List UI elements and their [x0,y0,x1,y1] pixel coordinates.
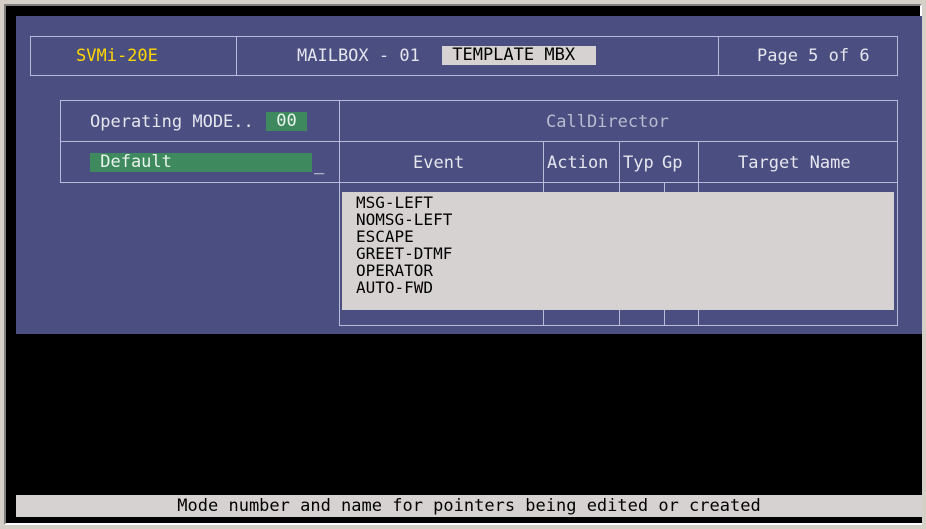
column-header-gp: Gp [662,153,683,173]
mode-box-bottom-border [60,182,898,183]
header-divider-2 [718,36,719,76]
mode-name-field[interactable]: Default [90,153,312,172]
mode-box-mid-border [60,141,898,142]
system-name: SVMi-20E [76,46,158,66]
event-picker-list[interactable]: MSG-LEFT NOMSG-LEFT ESCAPE GREET-DTMF OP… [342,192,894,310]
column-header-event: Event [413,153,465,173]
terminal-window-frame: SVMi-20E MAILBOX - 01 TEMPLATE MBX Page … [4,4,922,525]
header-right-border [897,36,898,76]
mode-box-right-border [897,100,898,183]
mode-box-top-border [60,100,898,101]
status-bar: Mode number and name for pointers being … [16,495,922,517]
event-option-operator[interactable]: OPERATOR [356,263,433,279]
call-director-left-border [339,100,340,326]
text-cursor: _ [314,155,325,175]
column-header-target-name: Target Name [738,153,851,173]
event-option-msg-left[interactable]: MSG-LEFT [356,195,433,211]
operating-mode-value[interactable]: 00 [266,112,307,131]
operating-mode-label: Operating MODE.. [90,112,254,132]
call-director-title: CallDirector [546,112,669,132]
mailbox-label: MAILBOX - 01 [297,46,420,66]
mode-box-left-border [60,100,61,183]
mailbox-name-field[interactable]: TEMPLATE MBX [442,46,596,65]
call-director-right-border [897,182,898,326]
column-header-action: Action [547,153,609,173]
header-left-border [30,36,31,76]
page-indicator: Page 5 of 6 [757,46,870,66]
header-divider-1 [236,36,237,76]
event-option-greet-dtmf[interactable]: GREET-DTMF [356,246,452,262]
event-option-escape[interactable]: ESCAPE [356,229,414,245]
header-top-border [30,36,898,37]
terminal-screen: SVMi-20E MAILBOX - 01 TEMPLATE MBX Page … [16,16,922,523]
main-panel: SVMi-20E MAILBOX - 01 TEMPLATE MBX Page … [16,16,922,334]
event-option-auto-fwd[interactable]: AUTO-FWD [356,280,433,296]
header-bottom-border [30,75,898,76]
event-option-nomsg-left[interactable]: NOMSG-LEFT [356,212,452,228]
column-header-typ: Typ [623,153,654,173]
